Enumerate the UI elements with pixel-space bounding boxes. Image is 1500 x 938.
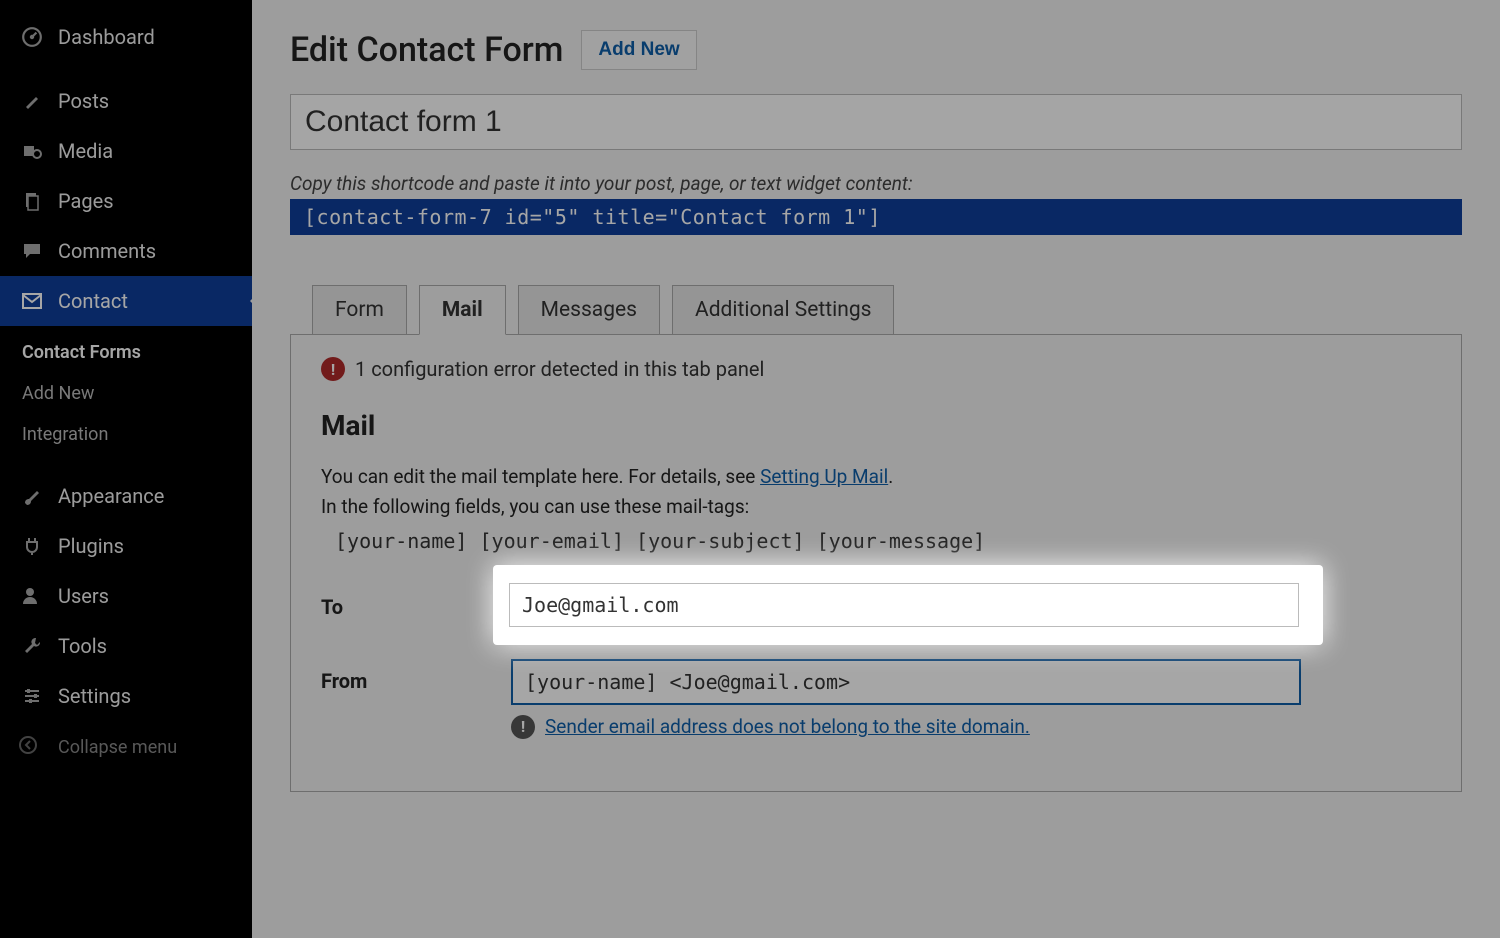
- sidebar-label: Contact: [58, 289, 128, 313]
- sidebar-label: Pages: [58, 189, 114, 213]
- tab-mail[interactable]: Mail: [419, 285, 506, 335]
- mail-description: You can edit the mail template here. For…: [321, 462, 1431, 492]
- setting-up-mail-link[interactable]: Setting Up Mail: [760, 465, 888, 488]
- main-content: Edit Contact Form Add New Copy this shor…: [252, 0, 1500, 938]
- mail-icon: [18, 293, 46, 309]
- sidebar-item-media[interactable]: Media: [0, 126, 252, 176]
- sidebar-item-dashboard[interactable]: Dashboard: [0, 12, 252, 62]
- sidebar-label: Plugins: [58, 534, 124, 558]
- mail-tags-intro: In the following fields, you can use the…: [321, 492, 1431, 522]
- mail-heading: Mail: [321, 409, 1431, 442]
- to-input[interactable]: [511, 585, 1301, 629]
- sidebar-label: Posts: [58, 89, 109, 113]
- sidebar-item-posts[interactable]: Posts: [0, 76, 252, 126]
- to-label: To: [321, 585, 511, 619]
- error-icon: !: [321, 357, 345, 381]
- sidebar-label: Collapse menu: [58, 737, 177, 758]
- media-icon: [18, 141, 46, 161]
- wrench-icon: [18, 636, 46, 656]
- mail-tags-list: [your-name] [your-email] [your-subject] …: [335, 529, 1431, 553]
- sidebar-label: Appearance: [58, 484, 164, 508]
- page-header: Edit Contact Form Add New: [290, 30, 1462, 70]
- sidebar-item-settings[interactable]: Settings: [0, 671, 252, 721]
- shortcode-hint: Copy this shortcode and paste it into yo…: [290, 172, 1462, 195]
- brush-icon: [18, 486, 46, 506]
- panel-tabs: Form Mail Messages Additional Settings: [312, 285, 1462, 335]
- sidebar-item-appearance[interactable]: Appearance: [0, 471, 252, 521]
- sidebar-item-contact[interactable]: Contact: [0, 276, 252, 326]
- comments-icon: [18, 241, 46, 261]
- from-warning: ! Sender email address does not belong t…: [511, 715, 1431, 739]
- from-warning-link[interactable]: Sender email address does not belong to …: [545, 715, 1030, 738]
- dashboard-icon: [18, 26, 46, 48]
- sidebar-item-tools[interactable]: Tools: [0, 621, 252, 671]
- config-error-notice: ! 1 configuration error detected in this…: [321, 357, 1431, 381]
- pin-icon: [18, 91, 46, 111]
- sidebar-label: Media: [58, 139, 113, 163]
- sidebar-submenu-contact: Contact Forms Add New Integration: [0, 326, 252, 471]
- from-input[interactable]: [511, 659, 1301, 705]
- sidebar-sub-contact-forms[interactable]: Contact Forms: [0, 332, 252, 373]
- pages-icon: [18, 191, 46, 211]
- sidebar-label: Tools: [58, 634, 107, 658]
- mail-panel: ! 1 configuration error detected in this…: [290, 334, 1462, 792]
- collapse-icon: [18, 735, 46, 760]
- sidebar-label: Settings: [58, 684, 131, 708]
- tab-messages[interactable]: Messages: [518, 285, 660, 335]
- page-title: Edit Contact Form: [290, 30, 563, 70]
- sidebar-collapse[interactable]: Collapse menu: [0, 721, 252, 774]
- config-error-text: 1 configuration error detected in this t…: [355, 357, 764, 381]
- field-row-from: From ! Sender email address does not bel…: [321, 659, 1431, 739]
- sidebar-label: Users: [58, 584, 109, 608]
- sidebar-sub-add-new[interactable]: Add New: [0, 373, 252, 414]
- shortcode-box[interactable]: [contact-form-7 id="5" title="Contact fo…: [290, 199, 1462, 235]
- field-row-to: To: [321, 585, 1431, 629]
- warning-icon: !: [511, 715, 535, 739]
- tab-form[interactable]: Form: [312, 285, 407, 335]
- sliders-icon: [18, 686, 46, 706]
- plug-icon: [18, 536, 46, 556]
- sidebar-item-users[interactable]: Users: [0, 571, 252, 621]
- from-label: From: [321, 659, 511, 693]
- admin-sidebar: Dashboard Posts Media Pages Comments Con…: [0, 0, 252, 938]
- users-icon: [18, 586, 46, 606]
- sidebar-item-plugins[interactable]: Plugins: [0, 521, 252, 571]
- sidebar-item-comments[interactable]: Comments: [0, 226, 252, 276]
- add-new-button[interactable]: Add New: [581, 30, 696, 70]
- sidebar-label: Comments: [58, 239, 156, 263]
- sidebar-item-pages[interactable]: Pages: [0, 176, 252, 226]
- sidebar-label: Dashboard: [58, 25, 155, 49]
- tab-additional-settings[interactable]: Additional Settings: [672, 285, 894, 335]
- sidebar-sub-integration[interactable]: Integration: [0, 414, 252, 455]
- form-title-input[interactable]: [290, 94, 1462, 150]
